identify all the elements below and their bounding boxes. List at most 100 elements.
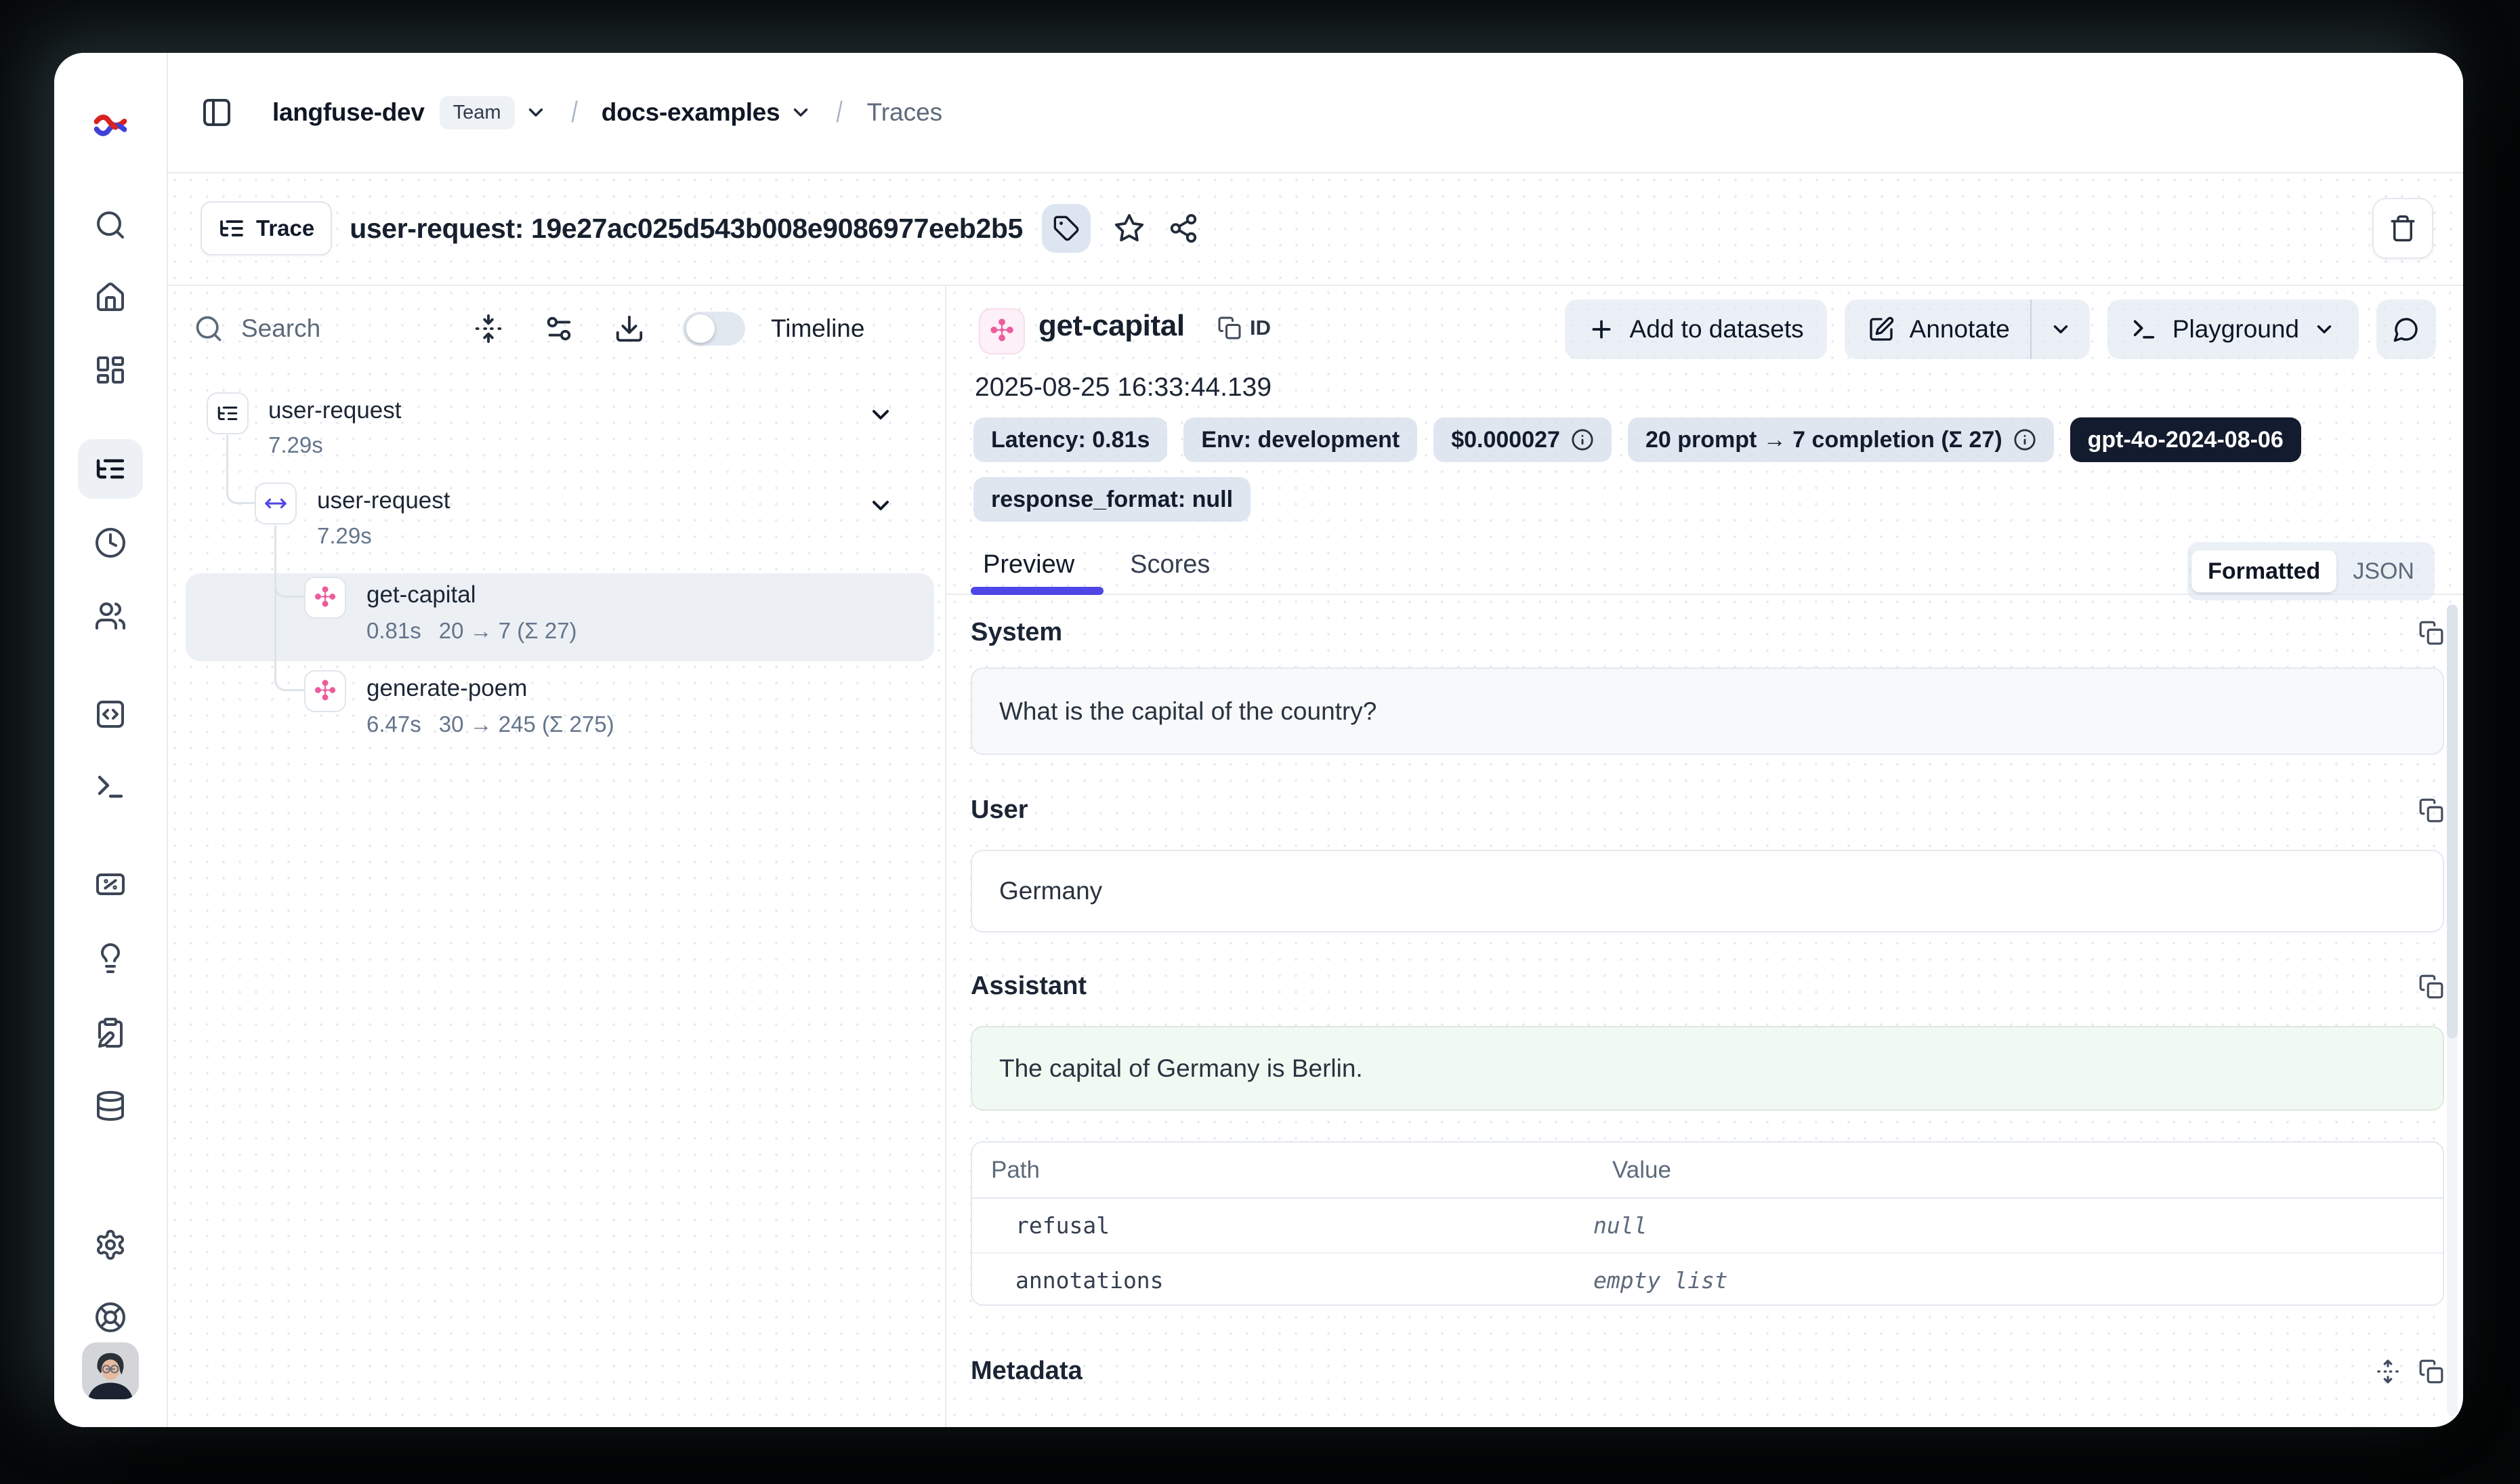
node-tokens: 30 → 245 (Σ 275) <box>439 712 614 737</box>
tab-scores[interactable]: Scores <box>1130 550 1210 579</box>
row-value: empty list <box>1593 1267 2443 1294</box>
breadcrumb-page[interactable]: Traces <box>866 98 942 127</box>
observation-timestamp: 2025-08-25 16:33:44.139 <box>975 373 1272 403</box>
format-json-option[interactable]: JSON <box>2336 550 2431 592</box>
chevron-down-icon[interactable] <box>524 101 547 124</box>
traces-icon[interactable] <box>94 453 127 485</box>
tag-icon <box>1053 215 1080 242</box>
column-header-path: Path <box>972 1157 1593 1184</box>
latency-badge: Latency: 0.81s <box>973 417 1167 462</box>
metadata-label: Metadata <box>971 1357 1083 1386</box>
lightbulb-icon[interactable] <box>94 942 127 974</box>
clock-icon[interactable] <box>94 527 127 559</box>
openai-icon: ✣ <box>304 670 346 712</box>
terminal-icon[interactable] <box>94 770 127 803</box>
star-bookmark-icon[interactable] <box>1114 213 1145 244</box>
timeline-toggle[interactable] <box>683 312 745 346</box>
tag-button[interactable] <box>1042 204 1091 253</box>
download-icon[interactable] <box>614 313 645 344</box>
top-header: langfuse-dev Team / docs-examples / Trac… <box>167 53 2463 173</box>
chevron-down-icon[interactable] <box>867 492 894 519</box>
scores-icon[interactable] <box>94 868 127 901</box>
trace-tree-panel: Timeline user-request 7.29s <box>167 285 946 1427</box>
info-icon <box>1571 428 1594 451</box>
search-nav-icon[interactable] <box>94 209 127 241</box>
response-format-badge: response_format: null <box>973 477 1251 522</box>
user-avatar[interactable] <box>82 1342 139 1399</box>
breadcrumb-project[interactable]: langfuse-dev <box>272 98 425 127</box>
tree-connector <box>274 525 305 691</box>
support-lifebuoy-icon[interactable] <box>94 1301 127 1334</box>
metadata-section-header: Metadata <box>971 1357 2444 1386</box>
prompt-code-icon[interactable] <box>94 698 127 730</box>
app-window: langfuse-dev Team / docs-examples / Trac… <box>54 53 2463 1427</box>
output-properties-table: Path Value refusal null annotations empt… <box>971 1141 2444 1306</box>
dashboard-icon[interactable] <box>94 354 127 386</box>
tree-toolbar: Timeline <box>194 308 922 350</box>
fold-vertical-icon[interactable] <box>473 313 504 344</box>
comments-button[interactable] <box>2376 300 2436 359</box>
env-badge: Env: development <box>1183 417 1417 462</box>
model-badge[interactable]: gpt-4o-2024-08-06 <box>2070 417 2301 462</box>
copy-icon[interactable] <box>2418 620 2444 646</box>
tab-preview[interactable]: Preview <box>983 550 1074 579</box>
annotation-clipboard-icon[interactable] <box>94 1016 127 1049</box>
unfold-vertical-icon[interactable] <box>2375 1359 2401 1384</box>
table-row: refusal null <box>972 1199 2443 1252</box>
playground-button[interactable]: Playground <box>2107 300 2359 359</box>
table-header-row: Path Value <box>972 1142 2443 1199</box>
trace-title: user-request: 19e27ac025d543b008e9086977… <box>350 213 1023 245</box>
main-content: Timeline user-request 7.29s <box>167 285 2463 1427</box>
delete-trace-button[interactable] <box>2372 198 2433 259</box>
add-to-datasets-button[interactable]: Add to datasets <box>1565 300 1827 359</box>
settings-gear-icon[interactable] <box>94 1229 127 1261</box>
copy-icon[interactable] <box>2418 798 2444 823</box>
edit-pen-icon <box>1868 316 1895 343</box>
home-icon[interactable] <box>94 281 127 314</box>
datasets-database-icon[interactable] <box>94 1090 127 1122</box>
users-icon[interactable] <box>94 600 127 632</box>
node-tokens: 20 → 7 (Σ 27) <box>439 618 577 643</box>
share-icon[interactable] <box>1168 213 1199 244</box>
format-toggle: Formatted JSON <box>2187 542 2435 600</box>
user-section-header: User <box>971 796 2444 825</box>
breadcrumb-separator: / <box>837 96 843 129</box>
annotate-dropdown-button[interactable] <box>2030 300 2090 359</box>
chevron-down-icon[interactable] <box>789 101 812 124</box>
assistant-label: Assistant <box>971 972 1087 1001</box>
copy-icon[interactable] <box>2418 1359 2444 1384</box>
trace-title-bar: Trace user-request: 19e27ac025d543b008e9… <box>167 172 2463 286</box>
openai-icon: ✣ <box>979 308 1025 354</box>
format-formatted-option[interactable]: Formatted <box>2191 550 2336 592</box>
node-duration: 0.81s <box>366 618 421 643</box>
trace-type-label: Trace <box>256 215 314 241</box>
chevron-down-icon[interactable] <box>867 401 894 428</box>
langfuse-logo[interactable] <box>91 106 129 144</box>
tokens-badge[interactable]: 20 prompt → 7 completion (Σ 27) <box>1628 417 2054 462</box>
tree-connector <box>226 435 258 504</box>
cost-badge[interactable]: $0.000027 <box>1433 417 1612 462</box>
breadcrumb-section[interactable]: docs-examples <box>602 98 780 127</box>
trash-icon <box>2389 214 2417 243</box>
action-buttons: Add to datasets Annotate <box>1565 300 2436 359</box>
search-input[interactable] <box>240 314 446 344</box>
system-message-box: What is the capital of the country? <box>971 667 2444 755</box>
chevron-down-icon <box>2313 318 2336 341</box>
copy-id-button[interactable]: ID <box>1217 316 1271 340</box>
filter-settings-icon[interactable] <box>543 313 574 344</box>
plus-icon <box>1588 316 1615 343</box>
copy-icon[interactable] <box>2418 974 2444 999</box>
column-header-value: Value <box>1593 1157 2443 1184</box>
assistant-section-header: Assistant <box>971 972 2444 1001</box>
annotate-button[interactable]: Annotate <box>1845 300 2090 359</box>
chevron-down-icon <box>2049 318 2072 341</box>
icon-rail <box>54 53 168 1427</box>
system-label: System <box>971 618 1062 647</box>
node-duration: 7.29s <box>317 523 372 548</box>
node-duration: 6.47s <box>366 712 421 737</box>
openai-icon: ✣ <box>304 577 346 619</box>
observation-title: get-capital <box>1038 309 1185 343</box>
sidebar-toggle-icon[interactable] <box>201 96 233 129</box>
node-duration: 7.29s <box>268 432 323 457</box>
detail-scrollbar-thumb[interactable] <box>2447 604 2458 1038</box>
